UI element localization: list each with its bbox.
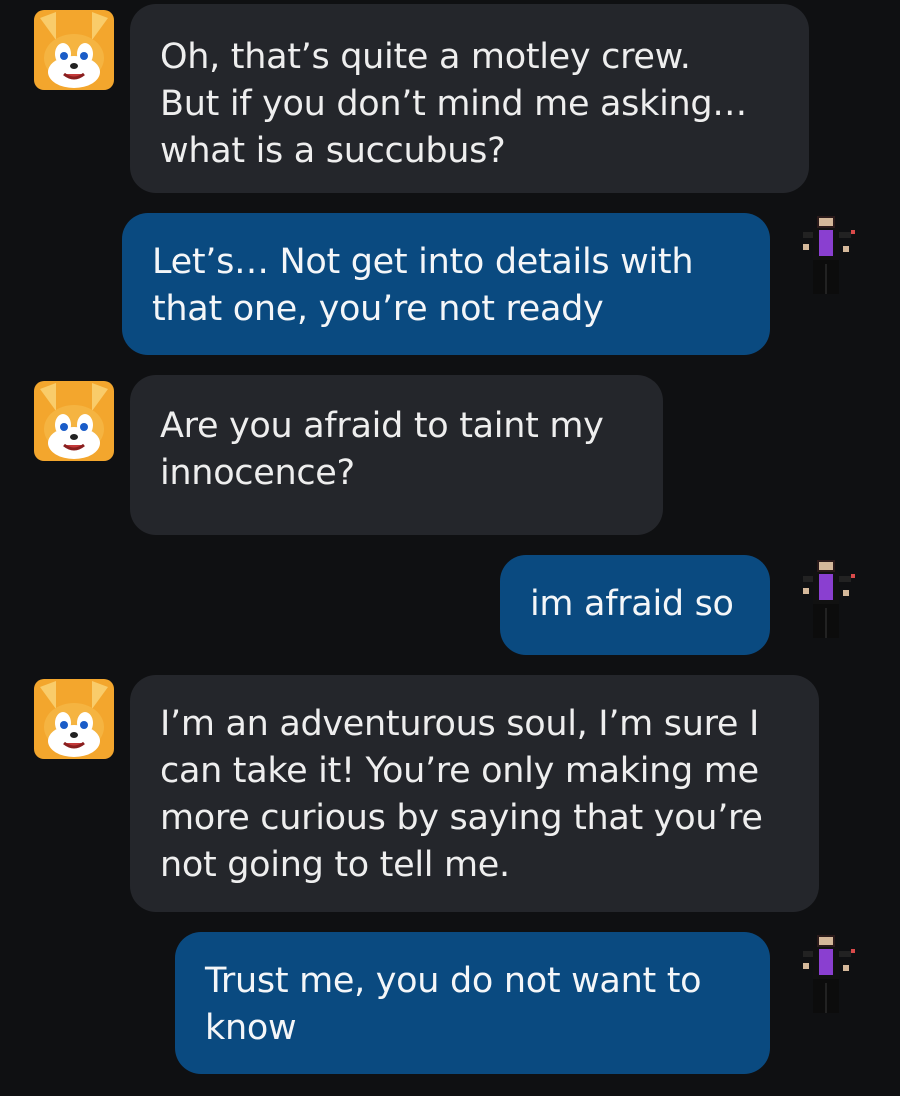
user-avatar[interactable]: [797, 933, 861, 1017]
message-bubble-bot[interactable]: Are you afraid to taint my innocence?: [130, 375, 663, 535]
user-avatar[interactable]: [797, 558, 861, 642]
message-bubble-bot[interactable]: I’m an adventurous soul, I’m sure I can …: [130, 675, 819, 912]
fox-character-avatar-icon: [34, 10, 114, 90]
pixel-character-avatar-icon: [803, 935, 855, 1013]
message-bubble-user[interactable]: Trust me, you do not want to know: [175, 932, 770, 1074]
message-bubble-bot[interactable]: Oh, that’s quite a motley crew. But if y…: [130, 4, 809, 193]
bot-avatar[interactable]: [34, 679, 114, 759]
fox-character-avatar-icon: [34, 679, 114, 759]
pixel-character-avatar-icon: [803, 216, 855, 294]
user-avatar[interactable]: [797, 214, 861, 298]
pixel-character-avatar-icon: [803, 560, 855, 638]
bot-avatar[interactable]: [34, 381, 114, 461]
bot-avatar[interactable]: [34, 10, 114, 90]
fox-character-avatar-icon: [34, 381, 114, 461]
message-bubble-user[interactable]: im afraid so: [500, 555, 770, 655]
message-bubble-user[interactable]: Let’s… Not get into details with that on…: [122, 213, 770, 355]
